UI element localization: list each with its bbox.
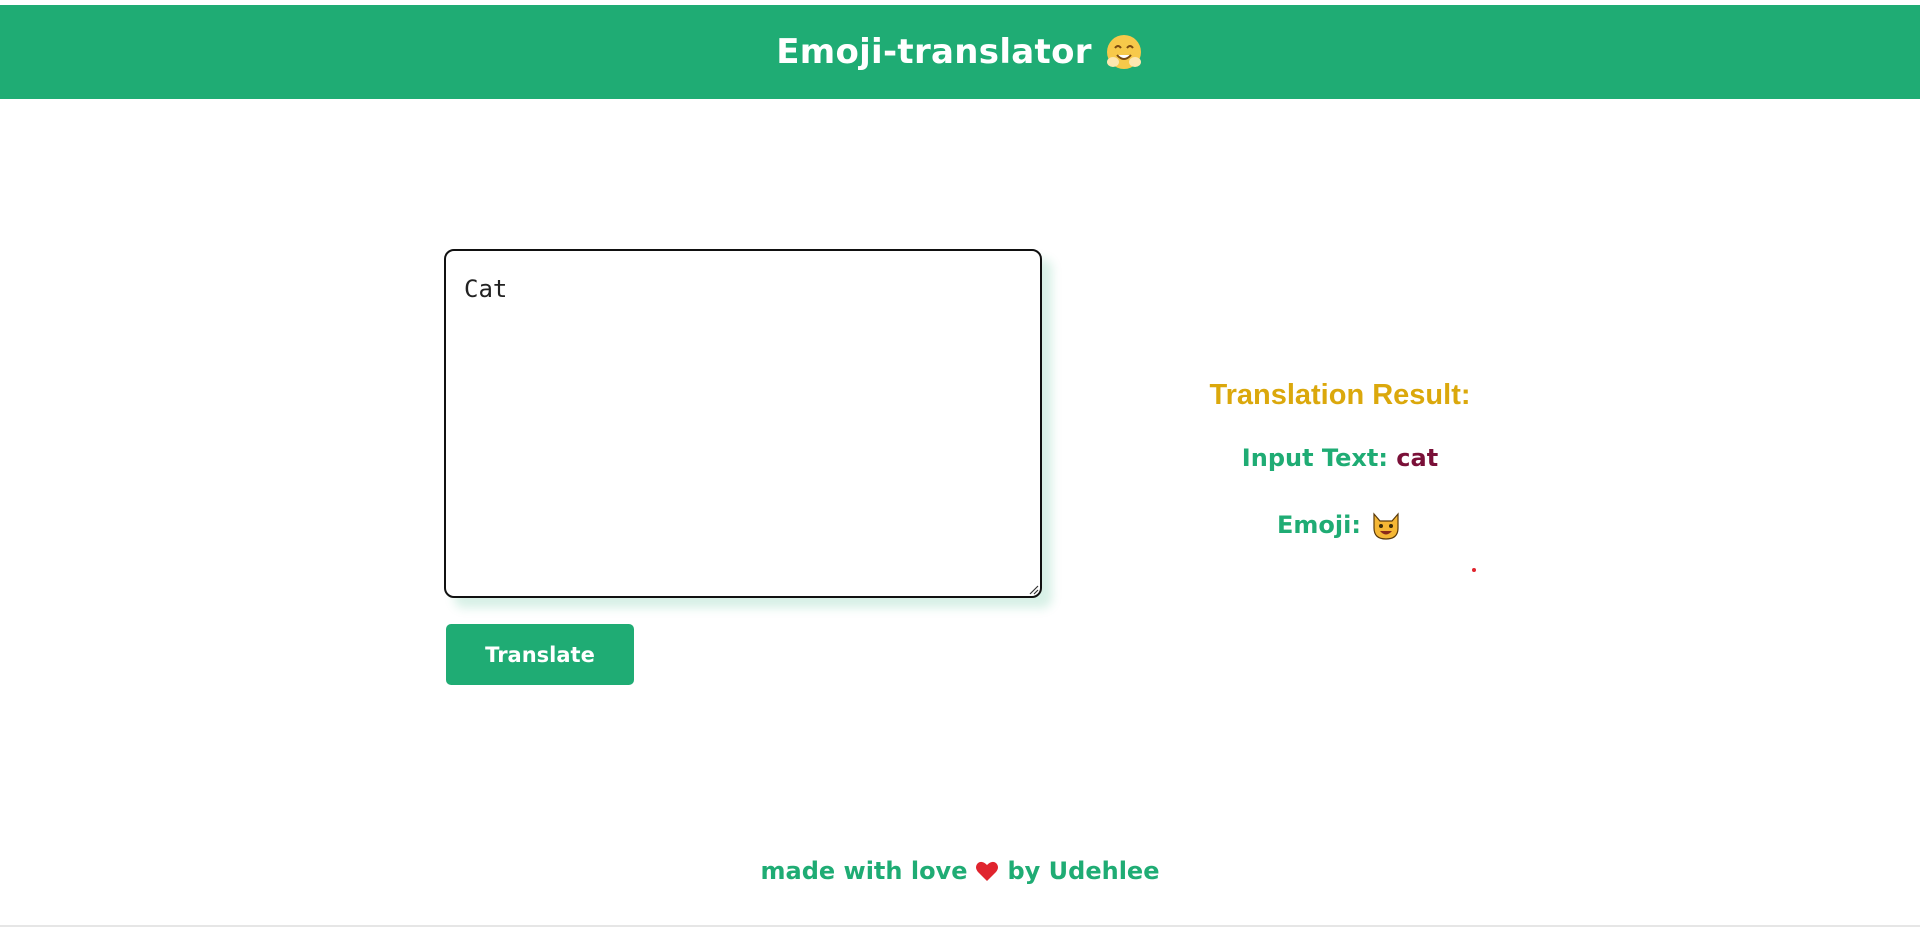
heart-icon — [976, 861, 999, 881]
page: Emoji-translator Translate Translation R… — [0, 0, 1920, 927]
result-heading: Translation Result: — [1209, 379, 1471, 411]
cat-face-icon — [1373, 512, 1399, 540]
header: Emoji-translator — [0, 5, 1920, 99]
footer-prefix: made with love — [760, 857, 968, 885]
decorative-dot — [1472, 568, 1476, 572]
hugging-face-icon — [1106, 35, 1141, 69]
app-title-container: Emoji-translator — [776, 32, 1144, 72]
text-input[interactable] — [444, 249, 1042, 598]
input-text-value: cat — [1396, 444, 1439, 472]
resize-handle-icon[interactable] — [1029, 585, 1039, 595]
translate-button[interactable]: Translate — [446, 624, 634, 685]
result-emoji-line: Emoji: — [1160, 508, 1520, 542]
input-text-label: Input Text: — [1241, 444, 1388, 472]
emoji-label: Emoji: — [1277, 511, 1361, 539]
footer: made with love by Udehlee — [0, 857, 1920, 885]
result-input-line: Input Text: cat — [1160, 444, 1520, 472]
app-title: Emoji-translator — [776, 32, 1092, 72]
footer-suffix: by Udehlee — [1007, 857, 1160, 885]
